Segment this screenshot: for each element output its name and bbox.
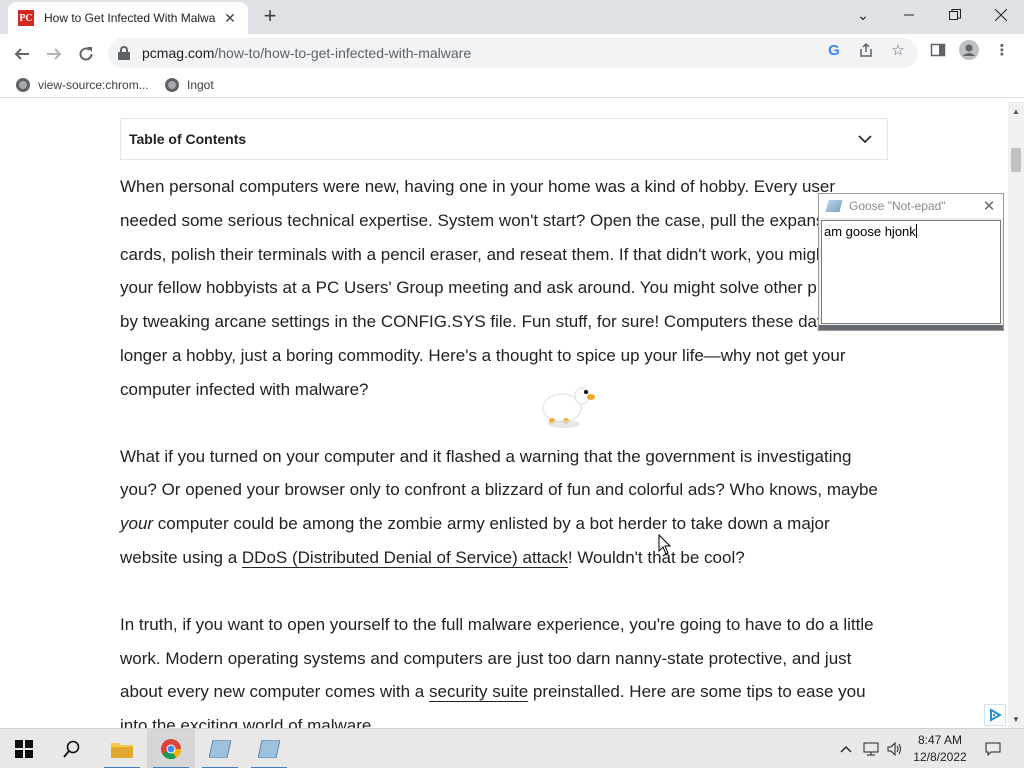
goose-notepad-title: Goose "Not-epad" [849, 199, 946, 213]
notepad-icon [258, 740, 280, 758]
volume-icon[interactable] [884, 729, 906, 768]
scroll-up-icon[interactable]: ▲ [1008, 104, 1024, 118]
side-panel-icon[interactable] [928, 40, 948, 60]
notification-icon[interactable] [978, 729, 1008, 768]
address-bar[interactable]: pcmag.com/how-to/how-to-get-infected-wit… [108, 38, 918, 68]
folder-icon [111, 743, 133, 758]
taskbar-chrome[interactable] [147, 729, 195, 768]
desktop-goose-icon[interactable] [538, 380, 600, 432]
browser-toolbar: pcmag.com/how-to/how-to-get-infected-wit… [0, 34, 1024, 72]
share-icon[interactable] [856, 40, 876, 60]
goose-notepad-textarea[interactable]: am goose hjonk [821, 220, 1001, 324]
scrollbar-thumb[interactable] [1011, 148, 1021, 172]
close-icon[interactable]: ✕ [975, 197, 1003, 215]
forward-button[interactable] [40, 40, 68, 68]
paragraph-3: In truth, if you want to open yourself t… [120, 614, 874, 728]
restore-button[interactable] [932, 0, 978, 30]
tab-search-icon[interactable]: ⌄ [840, 0, 886, 30]
bookmark-star-icon[interactable]: ☆ [888, 40, 908, 60]
chevron-down-icon[interactable] [857, 131, 873, 147]
browser-tab[interactable]: PC How to Get Infected With Malwa ✕ [8, 2, 248, 34]
ddos-link[interactable]: DDoS (Distributed Denial of Service) att… [241, 547, 568, 568]
minimize-button[interactable] [886, 0, 932, 30]
menu-kebab-icon[interactable]: ⋮ [992, 40, 1012, 60]
goose-notepad-titlebar[interactable]: Goose "Not-epad" ✕ [819, 194, 1003, 218]
tray-chevron-up-icon[interactable] [836, 729, 856, 768]
globe-icon [16, 78, 30, 92]
close-window-button[interactable] [978, 0, 1024, 30]
bookmarks-bar: view-source:chrom... Ingot [0, 72, 1024, 98]
goose-notepad-window[interactable]: Goose "Not-epad" ✕ am goose hjonk [818, 193, 1004, 331]
goose-notepad-footer [819, 325, 1003, 330]
new-tab-button[interactable]: + [258, 3, 282, 28]
notepad-icon [209, 740, 231, 758]
paragraph-2: What if you turned on your computer and … [120, 446, 878, 568]
scroll-down-icon[interactable]: ▼ [1008, 712, 1024, 726]
table-of-contents[interactable]: Table of Contents [120, 118, 888, 160]
windows-taskbar: 8:47 AM 12/8/2022 [0, 728, 1024, 768]
globe-icon [165, 78, 179, 92]
security-suite-link[interactable]: security suite [428, 682, 529, 703]
tab-close-icon[interactable]: ✕ [222, 10, 238, 27]
windows-logo-icon [15, 740, 33, 758]
start-button[interactable] [0, 729, 48, 768]
tab-strip: PC How to Get Infected With Malwa ✕ + ⌄ [0, 0, 1024, 34]
google-translate-icon[interactable]: G [824, 40, 844, 60]
back-button[interactable] [8, 40, 36, 68]
url-text: pcmag.com/how-to/how-to-get-infected-wit… [142, 45, 472, 61]
adchoices-icon[interactable] [984, 704, 1006, 726]
toc-title: Table of Contents [129, 131, 247, 147]
lock-icon[interactable] [118, 46, 130, 60]
mouse-cursor-icon [658, 534, 672, 555]
tab-title: How to Get Infected With Malwa [44, 11, 216, 25]
search-button[interactable] [48, 729, 96, 768]
taskbar-clock[interactable]: 8:47 AM 12/8/2022 [905, 732, 975, 766]
network-icon[interactable] [860, 729, 882, 768]
chrome-icon [161, 739, 182, 760]
bookmark-ingot[interactable]: Ingot [165, 76, 214, 94]
search-icon [63, 740, 80, 758]
clock-date: 12/8/2022 [913, 750, 967, 764]
profile-avatar-icon[interactable] [959, 40, 979, 60]
taskbar-notepad-1[interactable] [196, 729, 244, 768]
taskbar-file-explorer[interactable] [98, 729, 146, 768]
bookmark-view-source[interactable]: view-source:chrom... [16, 76, 149, 94]
paragraph-1: When personal computers were new, having… [120, 177, 887, 399]
clock-time: 8:47 AM [917, 733, 963, 747]
page-scrollbar[interactable]: ▲ ▼ [1008, 102, 1024, 728]
taskbar-notepad-2[interactable] [245, 729, 293, 768]
reload-button[interactable] [72, 40, 100, 68]
pcmag-favicon-icon: PC [18, 10, 34, 26]
article-body: When personal computers were new, having… [120, 170, 890, 728]
notepad-icon [825, 200, 843, 212]
